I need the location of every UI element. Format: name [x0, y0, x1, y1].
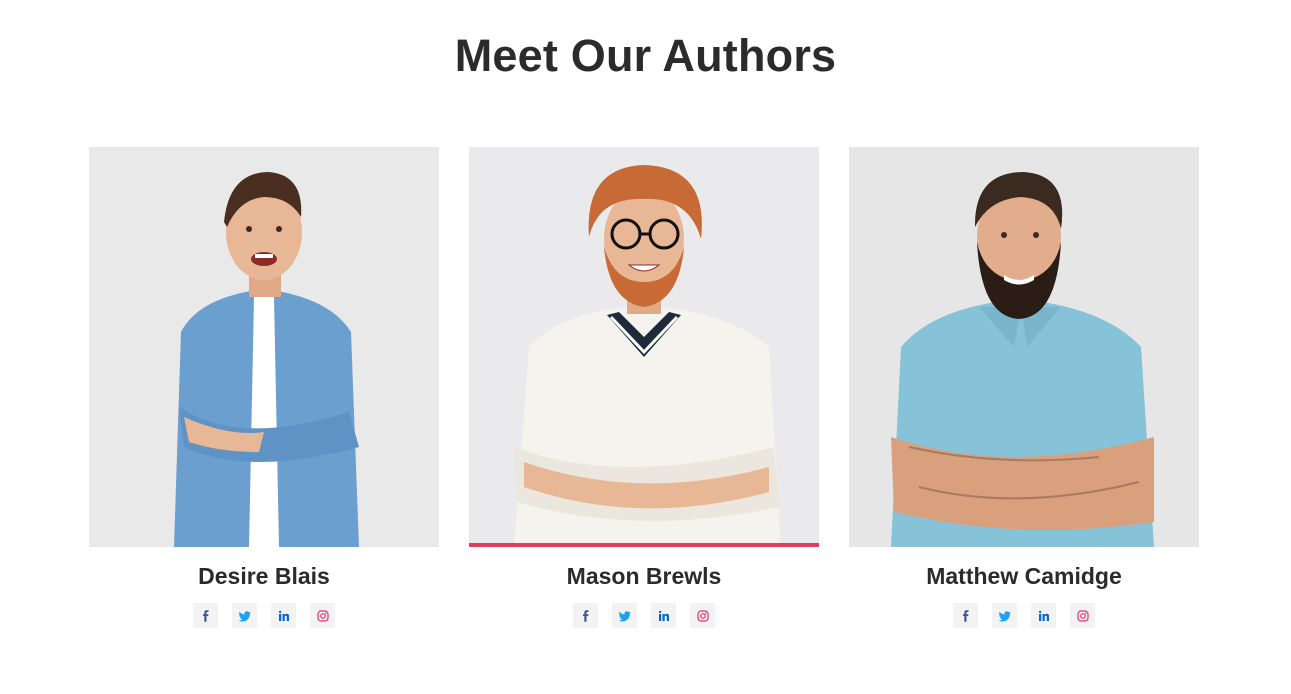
author-name: Mason Brewls: [566, 563, 722, 589]
author-photo[interactable]: [469, 147, 819, 547]
instagram-icon: [1076, 609, 1089, 622]
instagram-button[interactable]: [310, 603, 335, 628]
linkedin-button[interactable]: [651, 603, 676, 628]
facebook-icon: [202, 609, 208, 622]
author-name: Desire Blais: [198, 563, 330, 589]
twitter-button[interactable]: [232, 603, 257, 628]
linkedin-button[interactable]: [271, 603, 296, 628]
facebook-icon: [962, 609, 968, 622]
section-title: Meet Our Authors: [454, 30, 837, 81]
linkedin-icon: [278, 610, 289, 621]
social-links: [469, 603, 819, 628]
authors-section: Meet Our Authors Desire Blais Mason Brew…: [0, 0, 1291, 694]
instagram-button[interactable]: [1070, 603, 1095, 628]
twitter-button[interactable]: [612, 603, 637, 628]
facebook-icon: [582, 609, 588, 622]
twitter-icon: [238, 610, 250, 621]
twitter-icon: [618, 610, 630, 621]
person-illustration-icon: [849, 147, 1199, 547]
author-name: Matthew Camidge: [926, 563, 1122, 589]
instagram-button[interactable]: [690, 603, 715, 628]
twitter-icon: [998, 610, 1010, 621]
person-illustration-icon: [469, 147, 819, 547]
active-card-indicator: [469, 543, 819, 547]
social-links: [849, 603, 1199, 628]
instagram-icon: [696, 609, 709, 622]
person-illustration-icon: [89, 147, 439, 547]
facebook-button[interactable]: [193, 603, 218, 628]
linkedin-button[interactable]: [1031, 603, 1056, 628]
author-photo[interactable]: [89, 147, 439, 547]
linkedin-icon: [658, 610, 669, 621]
instagram-icon: [316, 609, 329, 622]
linkedin-icon: [1038, 610, 1049, 621]
author-card: Desire Blais: [89, 147, 439, 628]
facebook-button[interactable]: [953, 603, 978, 628]
author-card: Mason Brewls: [469, 147, 819, 628]
author-card: Matthew Camidge: [849, 147, 1199, 628]
social-links: [89, 603, 439, 628]
twitter-button[interactable]: [992, 603, 1017, 628]
author-photo[interactable]: [849, 147, 1199, 547]
facebook-button[interactable]: [573, 603, 598, 628]
